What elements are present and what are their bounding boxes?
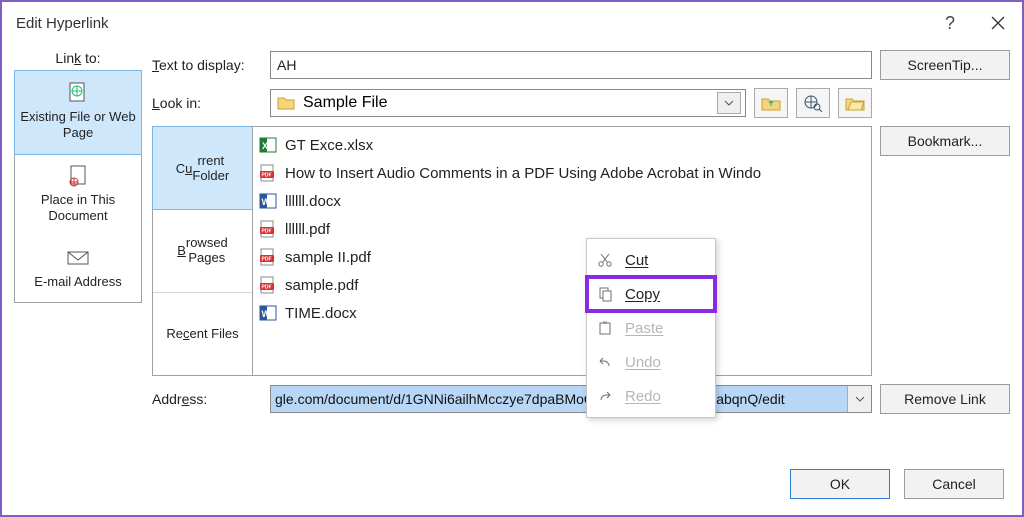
file-name: How to Insert Audio Comments in a PDF Us… bbox=[285, 165, 761, 182]
context-menu-label: Cut bbox=[625, 252, 648, 269]
file-item[interactable]: PDF How to Insert Audio Comments in a PDF… bbox=[259, 159, 865, 187]
ok-button[interactable]: OK bbox=[790, 469, 890, 499]
context-menu-redo: Redo bbox=[587, 379, 715, 413]
file-name: sample.pdf bbox=[285, 277, 358, 294]
svg-text:W: W bbox=[262, 309, 271, 319]
look-in-combo[interactable]: Sample File bbox=[270, 89, 746, 117]
file-list[interactable]: X GT Exce.xlsx PDF How to Insert Audio Comm… bbox=[252, 126, 872, 376]
folder-open-icon bbox=[845, 94, 865, 112]
folder-icon bbox=[277, 95, 295, 111]
main-panel: Text to display: ScreenTip... Look in: S… bbox=[152, 50, 1010, 414]
copy-icon bbox=[597, 286, 615, 302]
context-menu-label: Redo bbox=[625, 388, 661, 405]
chevron-down-icon bbox=[724, 100, 734, 106]
dialog-footer: OK Cancel bbox=[790, 469, 1004, 499]
context-menu-label: Paste bbox=[625, 320, 663, 337]
svg-text:PDF: PDF bbox=[262, 285, 272, 291]
look-in-dropdown[interactable] bbox=[717, 92, 741, 114]
address-label: Address: bbox=[152, 391, 262, 407]
close-icon bbox=[991, 16, 1005, 30]
titlebar: Edit Hyperlink ? bbox=[2, 2, 1022, 44]
file-item[interactable]: PDF llllll.pdf bbox=[259, 215, 865, 243]
screentip-button[interactable]: ScreenTip... bbox=[880, 50, 1010, 80]
context-menu-undo: Undo bbox=[587, 345, 715, 379]
svg-text:PDF: PDF bbox=[262, 257, 272, 263]
file-item[interactable]: W TIME.docx bbox=[259, 299, 865, 327]
file-item[interactable]: Wllllll.docx bbox=[259, 187, 865, 215]
context-menu: Cut Copy Paste Undo Redo bbox=[586, 238, 716, 418]
look-in-value: Sample File bbox=[303, 94, 387, 112]
linkto-email-address[interactable]: E-mail Address bbox=[15, 236, 141, 302]
envelope-icon bbox=[64, 246, 92, 270]
text-to-display-label: Text to display: bbox=[152, 57, 262, 73]
address-dropdown[interactable] bbox=[847, 386, 871, 412]
redo-icon bbox=[597, 388, 615, 404]
file-name: llllll.docx bbox=[285, 193, 341, 210]
browse-file-button[interactable] bbox=[838, 88, 872, 118]
context-menu-label: Copy bbox=[625, 286, 660, 303]
titlebar-controls: ? bbox=[926, 2, 1022, 44]
window-title: Edit Hyperlink bbox=[16, 15, 109, 32]
svg-text:PDF: PDF bbox=[262, 229, 272, 235]
doc-target-icon bbox=[64, 164, 92, 188]
file-name: llllll.pdf bbox=[285, 221, 330, 238]
svg-text:W: W bbox=[262, 197, 271, 207]
file-name: TIME.docx bbox=[285, 305, 357, 322]
file-item[interactable]: PDF sample.pdf bbox=[259, 271, 865, 299]
linkto-item-label: Existing File or Web Page bbox=[20, 109, 135, 140]
text-to-display-input[interactable] bbox=[270, 51, 872, 79]
chevron-down-icon bbox=[855, 396, 865, 402]
tab-current-folder[interactable]: CurrentFolder bbox=[152, 126, 253, 210]
linkto-item-label: Place in This Document bbox=[41, 192, 115, 223]
link-to-panel: Link to: Existing File or Web Page Place… bbox=[14, 50, 142, 414]
svg-text:PDF: PDF bbox=[262, 173, 272, 179]
context-menu-copy[interactable]: Copy bbox=[587, 277, 715, 311]
address-value[interactable]: gle.com/document/d/1GNNi6ailhMcczye7dpaB… bbox=[271, 386, 847, 412]
close-button[interactable] bbox=[974, 2, 1022, 44]
globe-page-icon bbox=[64, 81, 92, 105]
cancel-button[interactable]: Cancel bbox=[904, 469, 1004, 499]
file-name: sample II.pdf bbox=[285, 249, 371, 266]
remove-link-button[interactable]: Remove Link bbox=[880, 384, 1010, 414]
up-one-level-button[interactable] bbox=[754, 88, 788, 118]
linkto-item-label: E-mail Address bbox=[34, 274, 121, 289]
file-name: GT Exce.xlsx bbox=[285, 137, 373, 154]
linkto-place-in-doc[interactable]: Place in This Document bbox=[15, 154, 141, 237]
linkto-existing-file[interactable]: Existing File or Web Page bbox=[14, 70, 142, 155]
undo-icon bbox=[597, 354, 615, 370]
browse-tabs: CurrentFolder BrowsedPages Recent Files bbox=[152, 126, 252, 376]
address-input[interactable]: gle.com/document/d/1GNNi6ailhMcczye7dpaB… bbox=[270, 385, 872, 413]
context-menu-label: Undo bbox=[625, 354, 661, 371]
file-item[interactable]: X GT Exce.xlsx bbox=[259, 131, 865, 159]
browse-web-button[interactable] bbox=[796, 88, 830, 118]
look-in-label: Look in: bbox=[152, 95, 262, 111]
context-menu-paste: Paste bbox=[587, 311, 715, 345]
context-menu-cut[interactable]: Cut bbox=[587, 243, 715, 277]
help-button[interactable]: ? bbox=[926, 2, 974, 44]
svg-text:X: X bbox=[262, 141, 268, 151]
paste-icon bbox=[597, 320, 615, 336]
folder-up-icon bbox=[761, 94, 781, 112]
bookmark-button[interactable]: Bookmark... bbox=[880, 126, 1010, 156]
tab-recent-files[interactable]: Recent Files bbox=[153, 293, 252, 375]
globe-search-icon bbox=[803, 94, 823, 112]
file-item[interactable]: PDF sample II.pdf bbox=[259, 243, 865, 271]
edit-hyperlink-dialog: Edit Hyperlink ? Link to: Existing File … bbox=[0, 0, 1024, 517]
tab-browsed-pages[interactable]: BrowsedPages bbox=[153, 209, 252, 292]
cut-icon bbox=[597, 252, 615, 268]
link-to-label: Link to: bbox=[14, 50, 142, 66]
